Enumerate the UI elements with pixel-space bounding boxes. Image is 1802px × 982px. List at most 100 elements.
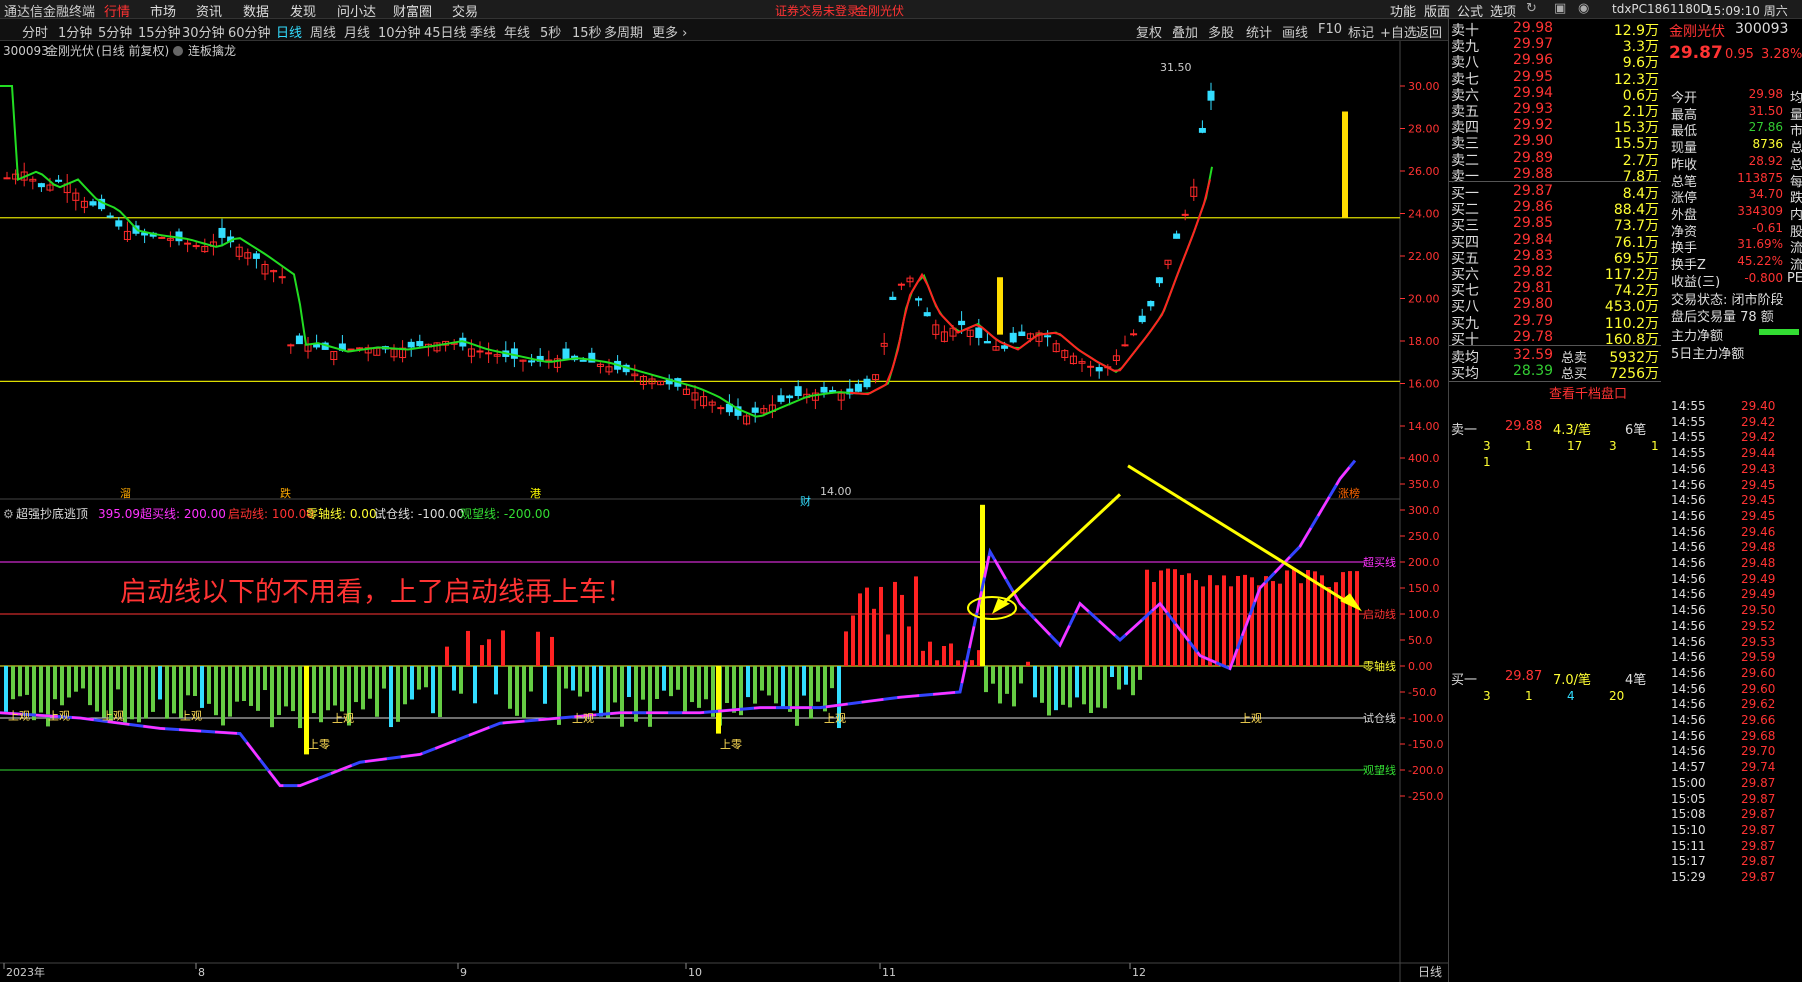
clock: 15:09:10 周六	[1706, 4, 1788, 18]
tick-price: 29.48	[1741, 556, 1776, 570]
lock-icon[interactable]: ▣	[1554, 1, 1566, 16]
orderbook-price: 29.87	[1513, 183, 1554, 199]
ind-histogram-bar	[907, 626, 911, 666]
tf-week[interactable]: 周线	[310, 22, 336, 41]
ind-signal-label: 上零	[720, 738, 742, 751]
tb-biaoji[interactable]: 标记	[1348, 22, 1374, 41]
tf-45day[interactable]: 45日线	[424, 22, 467, 41]
tf-season[interactable]: 季线	[470, 22, 496, 41]
tf-15s[interactable]: 15秒	[572, 22, 602, 41]
tb-f10[interactable]: F10	[1318, 22, 1342, 37]
tick-row: 14:55 29.44	[1669, 446, 1802, 461]
tick-price: 29.70	[1741, 744, 1776, 759]
ind-histogram-bar	[270, 666, 274, 728]
orderbook-price: 32.59	[1513, 347, 1554, 363]
tick-row: 15:29 29.87	[1669, 870, 1802, 885]
main-net5-label[interactable]: 5日主力净额	[1671, 343, 1744, 362]
main-net-label[interactable]: 主力净额	[1671, 325, 1723, 344]
ind-tick-label: -150.0	[1408, 738, 1443, 751]
refresh-icon[interactable]: ↻	[1526, 1, 1537, 16]
menu-banmian[interactable]: 版面	[1424, 1, 1450, 20]
ind-histogram-bar	[116, 666, 120, 690]
tf-10min[interactable]: 10分钟	[378, 22, 421, 41]
tick-price: 29.50	[1741, 603, 1776, 618]
menu-zixun[interactable]: 资讯	[196, 1, 222, 20]
ind-histogram-bar	[725, 666, 729, 704]
tick-time: 14:55	[1671, 446, 1706, 461]
tick-price: 29.87	[1741, 775, 1776, 790]
ind-histogram-bar	[690, 666, 694, 703]
tb-zixuan[interactable]: +自选	[1380, 22, 1417, 41]
menu-caifuquan[interactable]: 财富圈	[393, 1, 432, 20]
ind-histogram-bar	[1096, 666, 1100, 708]
candle-body	[777, 395, 785, 402]
ind-histogram-bar	[354, 666, 358, 703]
ind-settings-icon[interactable]: ⚙	[3, 507, 14, 521]
ind-ref-label: 启动线	[1363, 607, 1396, 621]
tf-month[interactable]: 月线	[344, 22, 370, 41]
menu-gongshi[interactable]: 公式	[1457, 1, 1483, 20]
tf-5min[interactable]: 5分钟	[98, 22, 132, 41]
stat-value: 34.70	[1748, 187, 1783, 202]
menu-xuanxiang[interactable]: 选项	[1490, 1, 1516, 20]
menu-gongneng[interactable]: 功能	[1390, 1, 1416, 20]
ind-histogram-bar	[578, 666, 582, 697]
tf-30min[interactable]: 30分钟	[182, 22, 225, 41]
menu-shichang[interactable]: 市场	[150, 1, 176, 20]
indicator-settings-icon[interactable]	[173, 46, 183, 56]
tf-year[interactable]: 年线	[504, 22, 530, 41]
stat-value: 31.50	[1748, 103, 1783, 118]
ind-histogram-bar	[858, 593, 862, 666]
menu-hangqing[interactable]: 行情	[104, 1, 130, 20]
notice-stock[interactable]: 金刚光伏	[856, 2, 904, 19]
ind-histogram-bar	[473, 666, 477, 704]
ind-histogram-bar	[676, 666, 680, 690]
chart-area[interactable]: 300093 金刚光伏 (日线 前复权) 连板擒龙 31.50 14.00 溜 跌 港财…	[0, 41, 1448, 982]
stat-value: 113875	[1737, 170, 1783, 185]
tick-row: 15:11 29.87	[1669, 839, 1802, 854]
tick-row: 14:57 29.74	[1669, 760, 1802, 775]
tb-duogu[interactable]: 多股	[1208, 22, 1234, 41]
stat-row: 涨停 34.70 跌	[1669, 187, 1802, 206]
price-tick-label: 28.00	[1408, 123, 1440, 136]
kline-marker: 涨榜	[1338, 486, 1360, 500]
ind-histogram-bar	[886, 634, 890, 666]
price-tick-label: 18.00	[1408, 335, 1440, 348]
ind-histogram-bar	[130, 666, 134, 720]
tick-row: 15:05 29.87	[1669, 792, 1802, 807]
tf-day[interactable]: 日线	[276, 22, 302, 41]
order-queue: 卖一 29.88 4.3/笔 6笔 3 1 17 3 1 1 买一 29.87 7.0/笔 4笔 3 1 4 20	[1449, 419, 1661, 719]
tf-multi[interactable]: 多周期	[604, 22, 643, 41]
candle-body	[1130, 333, 1138, 336]
orderbook-price: 29.98	[1513, 20, 1554, 36]
tf-5s[interactable]: 5秒	[540, 22, 561, 41]
user-icon[interactable]: ◉	[1578, 1, 1589, 16]
tf-more[interactable]: 更多 ›	[652, 22, 687, 41]
tb-fanhui[interactable]: 返回	[1416, 22, 1442, 41]
tb-diejia[interactable]: 叠加	[1172, 22, 1198, 41]
tb-tongji[interactable]: 统计	[1246, 22, 1272, 41]
login-notice[interactable]: 证券交易未登录	[775, 2, 859, 19]
ind-histogram-bar	[74, 666, 78, 692]
ind-histogram-bar	[298, 666, 302, 729]
tick-time: 14:56	[1671, 728, 1706, 743]
time-tick-label: 8	[198, 966, 205, 979]
menu-shuju[interactable]: 数据	[243, 1, 269, 20]
tb-huaxian[interactable]: 画线	[1282, 22, 1308, 41]
tb-fuquan[interactable]: 复权	[1136, 22, 1162, 41]
candle-body	[854, 383, 862, 392]
tf-1min[interactable]: 1分钟	[58, 22, 92, 41]
view-1000-button[interactable]: 查看千档盘口	[1549, 383, 1659, 402]
tf-60min[interactable]: 60分钟	[228, 22, 271, 41]
ind-histogram-bar	[459, 666, 463, 694]
tf-15min[interactable]: 15分钟	[138, 22, 181, 41]
ind-histogram-bar	[319, 666, 323, 723]
menu-wenxiaoda[interactable]: 问小达	[337, 1, 376, 20]
menu-jiaoyi[interactable]: 交易	[452, 1, 478, 20]
ind-tick-label: -200.0	[1408, 764, 1443, 777]
kline-header-indicator: 连板擒龙	[188, 43, 236, 58]
ind-histogram-bar	[326, 666, 330, 711]
tf-fenshi[interactable]: 分时	[22, 22, 48, 41]
ind-histogram-bar	[151, 666, 155, 712]
menu-faxian[interactable]: 发现	[290, 1, 316, 20]
